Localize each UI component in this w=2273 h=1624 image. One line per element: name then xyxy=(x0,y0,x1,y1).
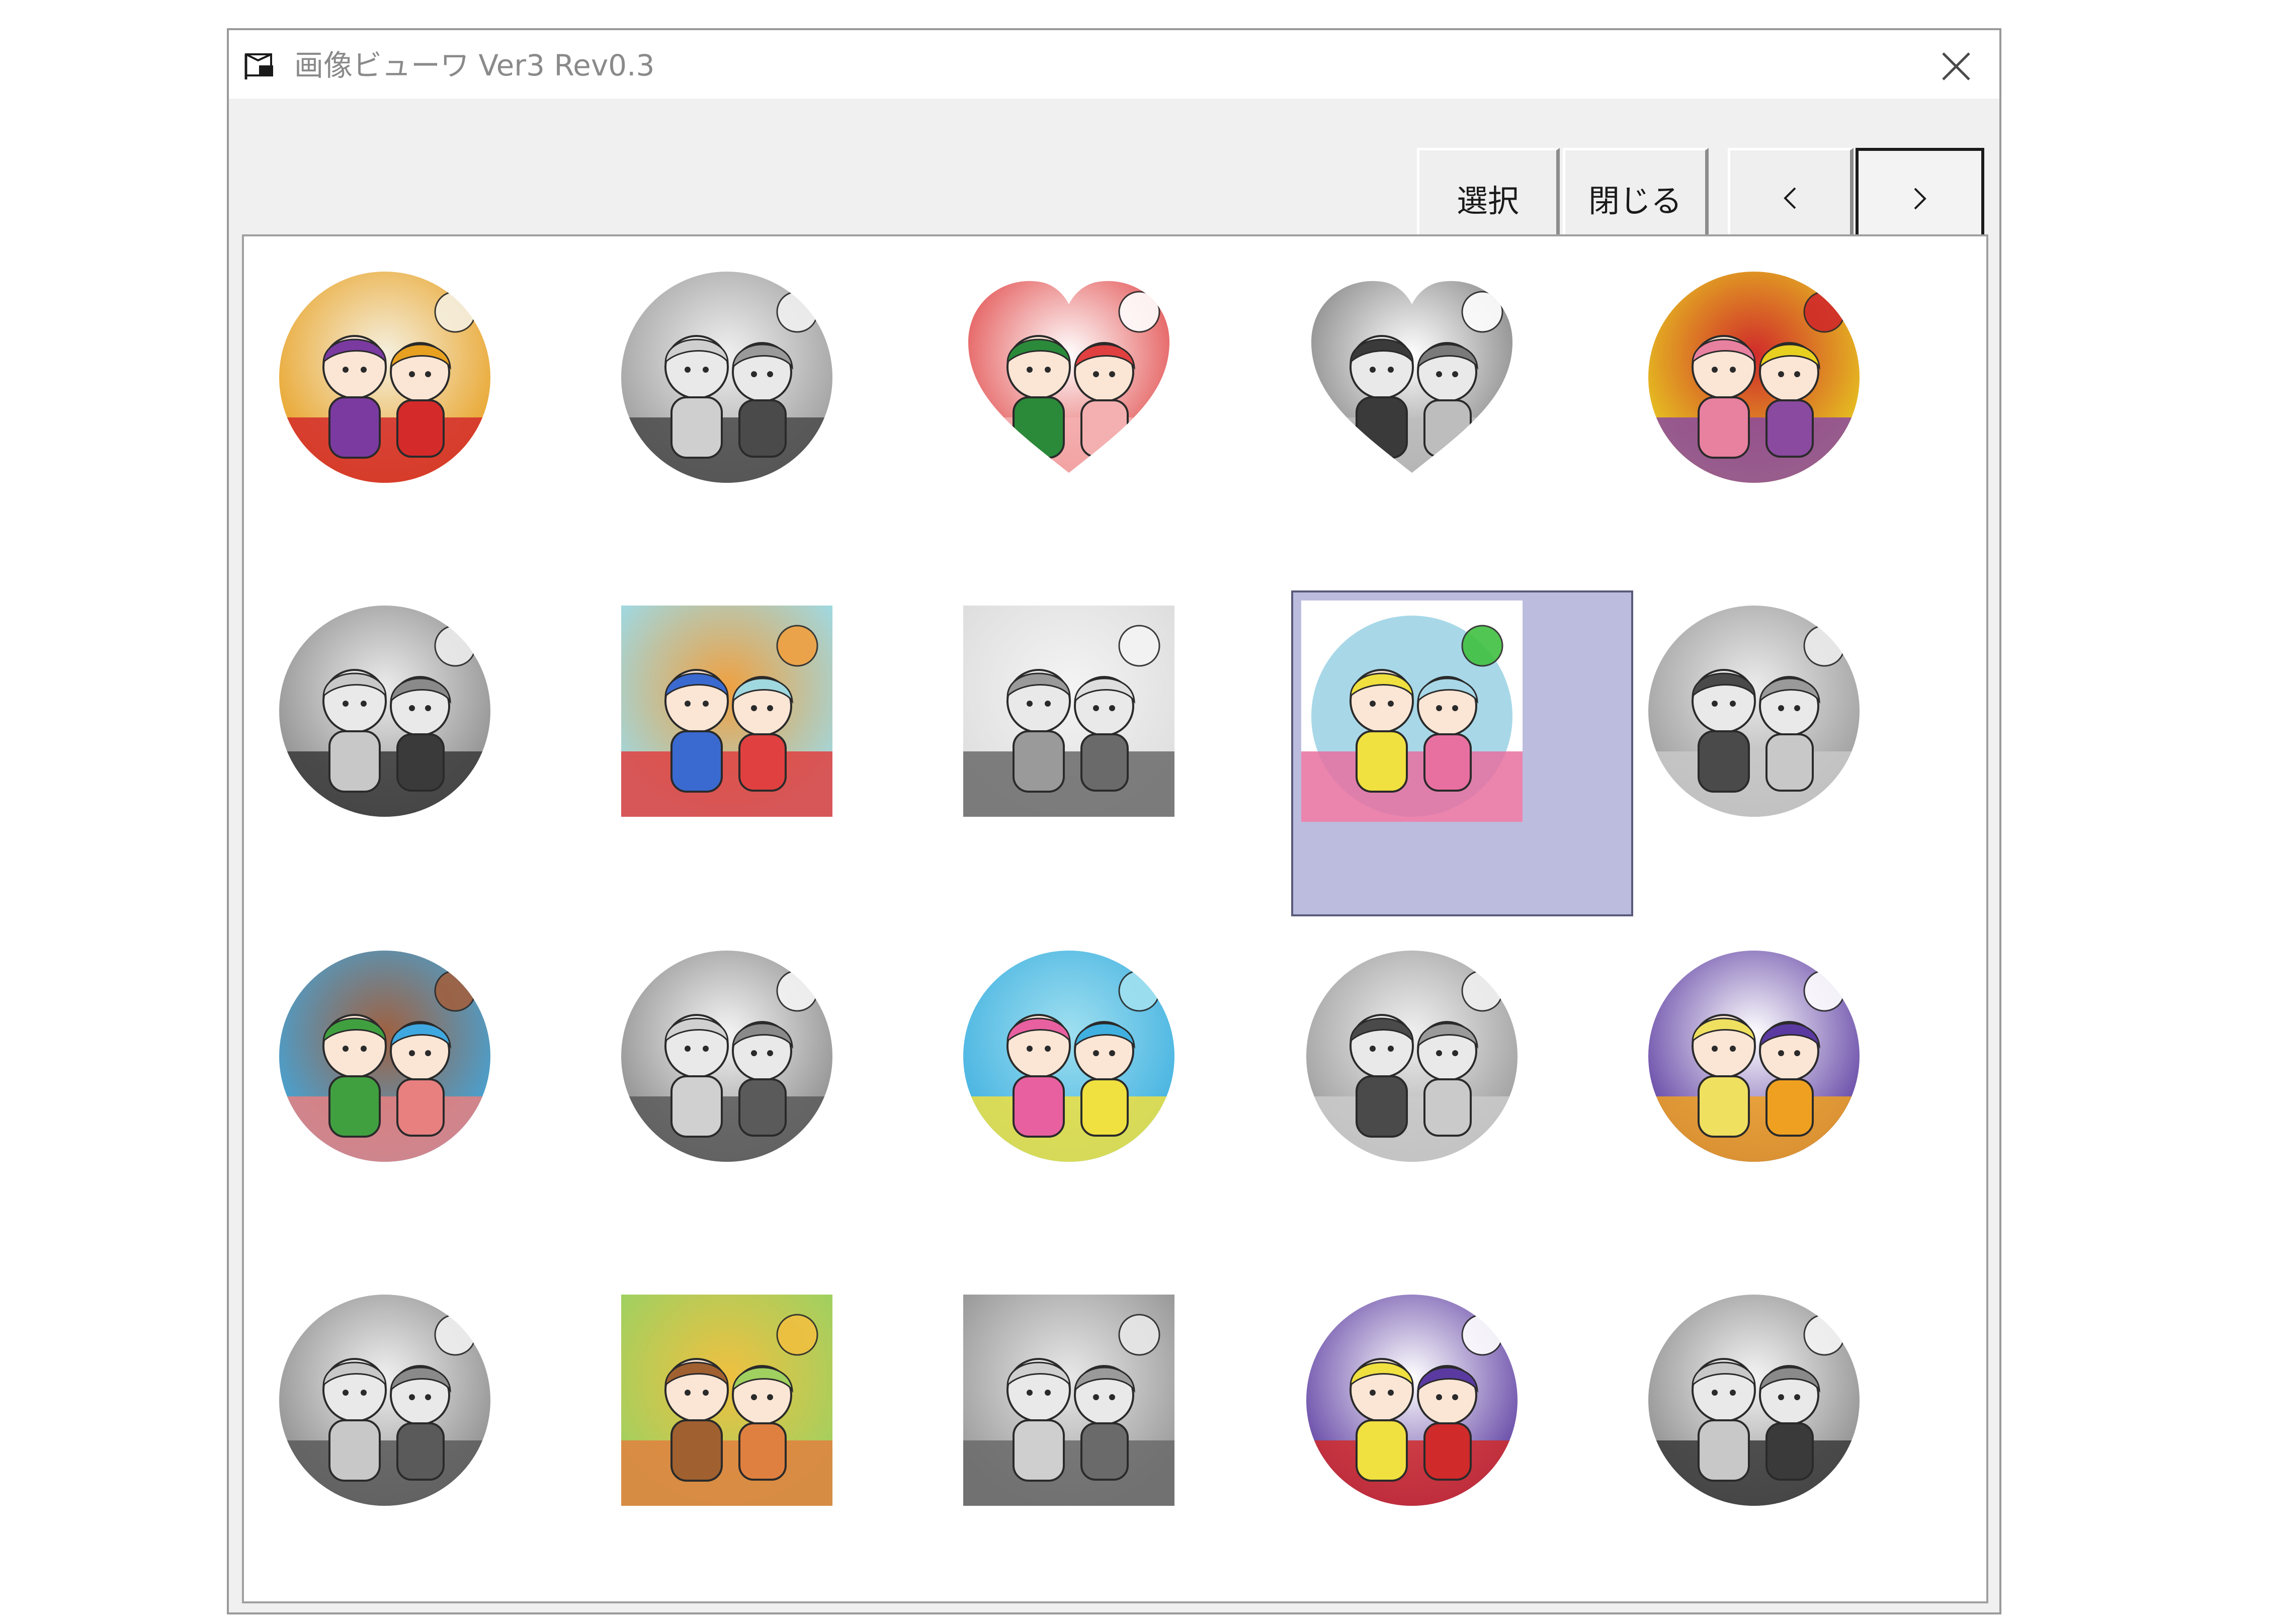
window-title: 画像ビューワ Ver3 Rev0.3 xyxy=(294,48,655,82)
new-year-kagamimochi-color-thumbnail xyxy=(274,267,495,488)
tanabata-couple-gray-thumbnail xyxy=(616,946,837,1167)
valentine-couple-color-thumbnail xyxy=(958,267,1180,488)
rainy-girl-umbrella-color-thumbnail xyxy=(1301,601,1523,822)
autumn-bear-squirrel-gray-thumbnail xyxy=(958,1290,1180,1511)
thumbnail-image xyxy=(1648,1295,1860,1506)
thumbnail-image xyxy=(1648,951,1860,1162)
thumbnail-grid xyxy=(242,234,1988,1603)
thumbnail-cell[interactable] xyxy=(616,1290,958,1621)
summer-dolphin-girl-gray-thumbnail xyxy=(1301,946,1523,1167)
thumbnail-image xyxy=(1306,951,1518,1162)
thumbnail-cell[interactable] xyxy=(958,601,1300,932)
koinobori-boy-color-thumbnail xyxy=(616,601,837,822)
thumbnail-cell[interactable] xyxy=(1301,946,1643,1277)
thumbnail-cell[interactable] xyxy=(958,1290,1300,1621)
thumbnail-image xyxy=(621,606,832,817)
thumbnail-image xyxy=(1301,601,1523,822)
thumbnail-image xyxy=(968,281,1169,473)
thumbnail-image xyxy=(1648,272,1860,483)
koinobori-boy-gray-thumbnail xyxy=(958,601,1180,822)
thumbnail-cell[interactable] xyxy=(958,267,1300,599)
valentine-couple-gray-thumbnail xyxy=(1301,267,1523,488)
thumbnail-cell[interactable] xyxy=(274,1290,616,1621)
thumbnail-cell[interactable] xyxy=(1643,946,1985,1277)
chevron-right-icon xyxy=(1914,188,1926,210)
christmas-santa-color-thumbnail xyxy=(1301,1290,1523,1511)
thumbnail-image xyxy=(279,1295,490,1506)
thumbnail-cell[interactable] xyxy=(274,267,616,599)
thumbnail-cell[interactable] xyxy=(1643,601,1985,932)
thumbnail-image xyxy=(963,606,1174,817)
thumbnail-image xyxy=(1311,281,1512,473)
thumbnail-image xyxy=(963,1295,1174,1506)
thumbnail-cell[interactable] xyxy=(958,946,1300,1277)
rainy-girl-umbrella-gray-thumbnail xyxy=(1643,601,1865,822)
thumbnail-cell[interactable] xyxy=(616,601,958,932)
thumbnail-cell[interactable] xyxy=(1291,590,1633,922)
new-year-kagamimochi-gray-thumbnail xyxy=(616,267,837,488)
thumbnail-image xyxy=(1648,606,1860,817)
thumbnail-cell[interactable] xyxy=(616,267,958,599)
thumbnail-cell[interactable] xyxy=(616,946,958,1277)
chevron-left-icon xyxy=(1784,187,1796,209)
flag-app-icon xyxy=(244,53,273,79)
thumbnail-cell[interactable] xyxy=(274,946,616,1277)
thumbnail-image xyxy=(621,272,832,483)
thumbnail-image xyxy=(621,1295,832,1506)
thumbnail-cell[interactable] xyxy=(1643,267,1985,599)
thumbnail-image xyxy=(279,272,490,483)
thumbnail-image xyxy=(963,951,1174,1162)
thumbnail-image xyxy=(1306,1295,1518,1506)
thumbnail-image xyxy=(621,951,832,1162)
close-icon[interactable] xyxy=(1938,48,1974,84)
summer-dolphin-girl-color-thumbnail xyxy=(958,946,1180,1167)
christmas-santa-gray-thumbnail xyxy=(1643,1290,1865,1511)
thumbnail-image xyxy=(279,951,490,1162)
thumbnail-image xyxy=(279,606,490,817)
thumbnail-cell[interactable] xyxy=(1643,1290,1985,1621)
image-viewer-window: 画像ビューワ Ver3 Rev0.3 選択 閉じる xyxy=(227,28,2001,1614)
title-bar: 画像ビューワ Ver3 Rev0.3 xyxy=(229,30,1999,99)
thumbnail-cell[interactable] xyxy=(1301,1290,1643,1621)
halloween-ghost-gray-thumbnail xyxy=(274,1290,495,1511)
thumbnail-cell[interactable] xyxy=(274,601,616,932)
autumn-bear-squirrel-color-thumbnail xyxy=(616,1290,837,1511)
hina-dolls-color-thumbnail xyxy=(1643,267,1865,488)
halloween-ghost-color-thumbnail xyxy=(1643,946,1865,1167)
thumbnail-cell[interactable] xyxy=(1301,267,1643,599)
hina-dolls-gray-thumbnail xyxy=(274,601,495,822)
tanabata-couple-color-thumbnail xyxy=(274,946,495,1167)
